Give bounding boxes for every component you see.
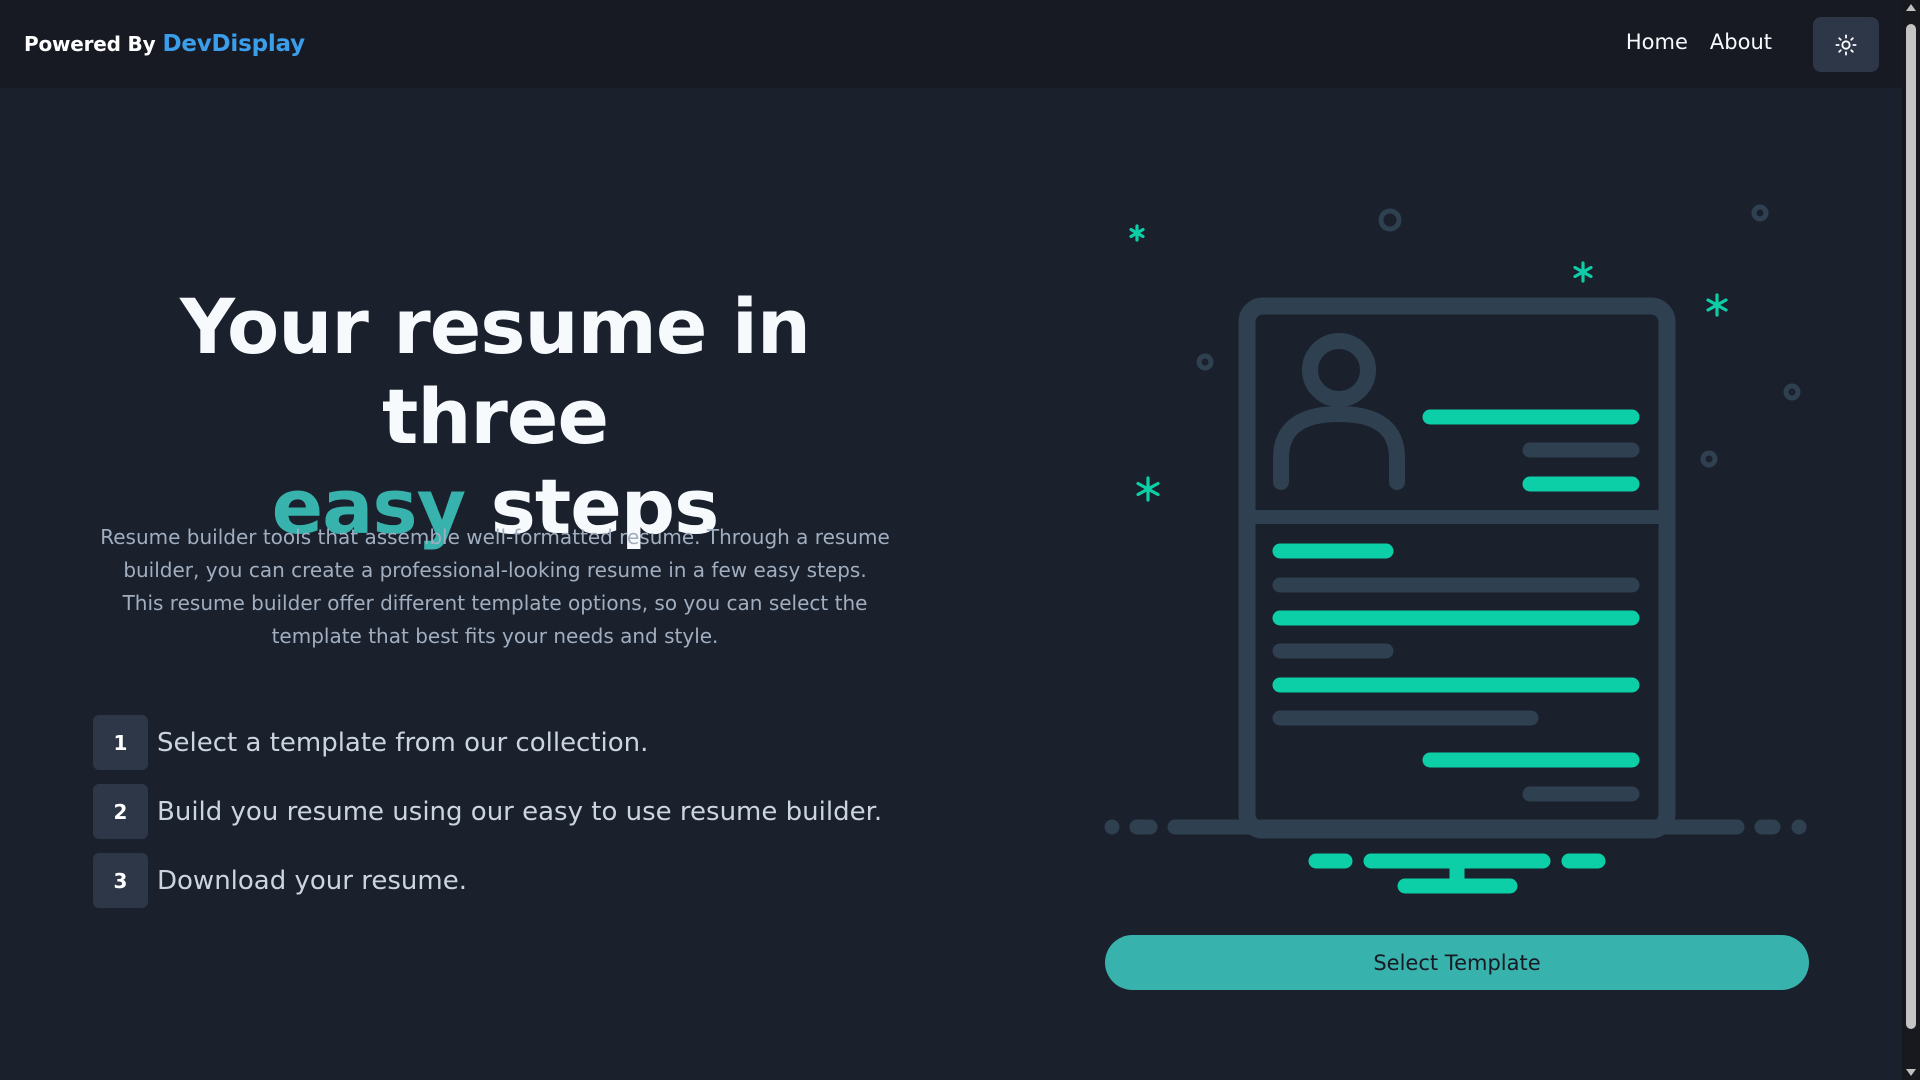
text-lines [1272, 409, 1640, 802]
circle-decoration [1751, 204, 1769, 222]
sparkle-icon [1573, 261, 1593, 283]
step-number: 3 [93, 853, 148, 908]
nav-links: Home About [1626, 30, 1772, 54]
step-item: 3 Download your resume. [93, 853, 913, 908]
select-template-button[interactable]: Select Template [1105, 935, 1809, 990]
sparkle-icon [1129, 224, 1145, 242]
resume-document [1238, 297, 1676, 839]
step-text: Build you resume using our easy to use r… [157, 796, 883, 827]
circle-decoration [1700, 450, 1718, 468]
step-number: 2 [93, 784, 148, 839]
circle-decoration [1783, 383, 1801, 401]
scroll-up-arrow-icon[interactable] [1906, 4, 1916, 11]
avatar-icon [1273, 333, 1405, 490]
step-item: 2 Build you resume using our easy to use… [93, 784, 913, 839]
step-text: Download your resume. [157, 865, 467, 896]
navbar: Powered By DevDisplay Home About [0, 0, 1902, 88]
nav-about-link[interactable]: About [1710, 30, 1772, 54]
theme-toggle-button[interactable] [1813, 17, 1879, 72]
resume-illustration [1104, 204, 1807, 894]
scroll-down-arrow-icon[interactable] [1906, 1069, 1916, 1076]
sun-icon [1835, 33, 1857, 56]
steps-list: 1 Select a template from our collection.… [93, 715, 913, 922]
step-number: 1 [93, 715, 148, 770]
step-item: 1 Select a template from our collection. [93, 715, 913, 770]
step-text: Select a template from our collection. [157, 727, 649, 758]
sparkles [1129, 224, 1728, 502]
scrollbar-thumb[interactable] [1906, 24, 1916, 1029]
circle-decoration [1196, 353, 1214, 371]
sparkle-icon [1706, 293, 1728, 317]
hero-title-line1: Your resume in three [179, 282, 811, 461]
sparkle-icon [1136, 476, 1160, 502]
page: Powered By DevDisplay Home About Your re… [0, 0, 1902, 1080]
brand-logo[interactable]: Powered By DevDisplay [24, 27, 305, 61]
hero-title: Your resume in three easy steps [70, 282, 920, 552]
powered-by-label: Powered By [24, 32, 156, 56]
brand-name: DevDisplay [162, 31, 305, 57]
nav-home-link[interactable]: Home [1626, 30, 1688, 54]
circle-decoration [1378, 208, 1402, 232]
stand [1308, 853, 1606, 894]
hero-description: Resume builder tools that assemble well-… [100, 525, 890, 648]
vertical-scrollbar[interactable] [1902, 0, 1920, 1080]
